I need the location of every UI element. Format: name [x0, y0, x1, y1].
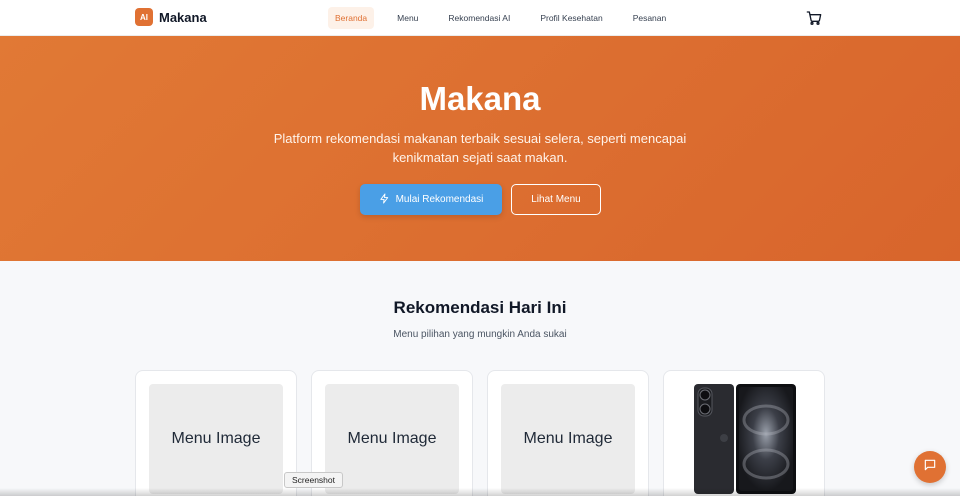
brand-logo: AI [135, 8, 153, 26]
brand[interactable]: AI Makana [135, 8, 207, 26]
section-title: Rekomendasi Hari Ini [393, 298, 567, 317]
nav-item-beranda[interactable]: Beranda [328, 7, 375, 29]
menu-card[interactable] [663, 370, 825, 496]
shopping-cart-icon[interactable] [806, 10, 822, 26]
nav-item-rekomendasi-ai[interactable]: Rekomendasi AI [441, 7, 517, 29]
start-recommendation-button[interactable]: Mulai Rekomendasi [360, 184, 502, 215]
section-subtitle: Menu pilihan yang mungkin Anda sukai [393, 329, 567, 340]
lightning-icon [379, 192, 390, 207]
view-menu-button[interactable]: Lihat Menu [511, 184, 601, 215]
hero-title: Makana [419, 80, 541, 117]
nav-item-profil-kesehatan[interactable]: Profil Kesehatan [533, 7, 609, 29]
main-nav: Beranda Menu Rekomendasi AI Profil Keseh… [328, 7, 689, 29]
hero-subtitle: Platform rekomendasi makanan terbaik ses… [260, 129, 700, 167]
nav-item-pesanan[interactable]: Pesanan [626, 7, 674, 29]
menu-image-placeholder: Menu Image [325, 384, 459, 494]
brand-name: Makana [159, 9, 207, 25]
menu-card[interactable]: Menu Image [487, 370, 649, 496]
screenshot-tooltip: Screenshot [284, 472, 343, 488]
hero-subtitle-line-2: kenikmatan sejati saat makan. [392, 150, 568, 165]
menu-image-placeholder: Menu Image [149, 384, 283, 494]
view-menu-label: Lihat Menu [531, 194, 581, 205]
smartphone-photo [694, 384, 796, 494]
nav-item-menu[interactable]: Menu [390, 7, 425, 29]
chat-bubble-icon [923, 458, 937, 477]
navbar: AI Makana Beranda Menu Rekomendasi AI Pr… [0, 0, 960, 36]
hero-section: Makana Platform rekomendasi makanan terb… [0, 36, 960, 261]
hero-subtitle-line-1: Platform rekomendasi makanan terbaik ses… [273, 131, 687, 146]
start-recommendation-label: Mulai Rekomendasi [395, 194, 484, 205]
menu-image-placeholder: Menu Image [501, 384, 635, 494]
chat-button[interactable] [914, 451, 946, 483]
menu-card[interactable]: Menu Image [135, 370, 297, 496]
bottom-shadow [0, 488, 960, 496]
